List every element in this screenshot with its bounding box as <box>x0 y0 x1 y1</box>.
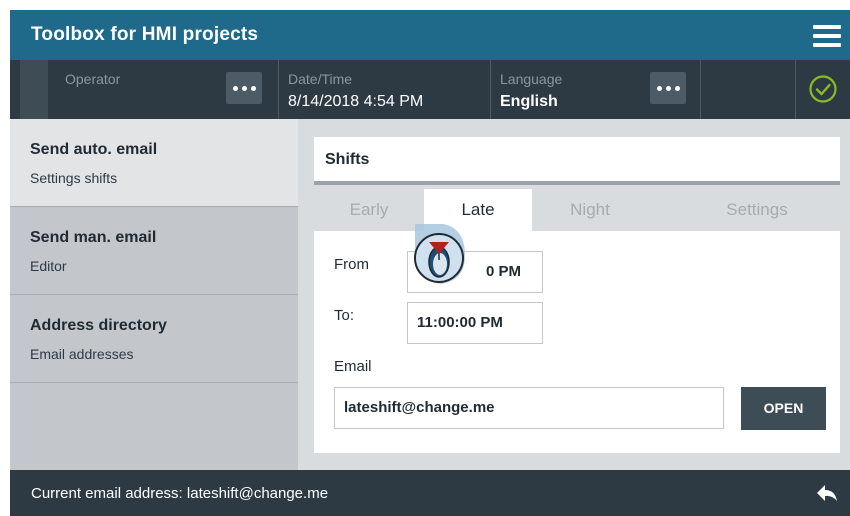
sidebar-item-title: Send auto. email <box>30 141 158 158</box>
panel-title: Shifts <box>325 151 370 168</box>
language-value: English <box>500 93 558 110</box>
back-arrow-icon[interactable] <box>816 484 838 502</box>
sidebar-item-title: Address directory <box>30 317 167 334</box>
sidebar-item-title: Send man. email <box>30 229 157 246</box>
sidebar-item-subtitle: Settings shifts <box>30 170 118 186</box>
operator-label: Operator <box>65 71 121 87</box>
tab-settings[interactable]: Settings <box>698 189 816 231</box>
datetime-label: Date/Time <box>288 71 353 87</box>
app-title: Toolbox for HMI projects <box>31 24 259 45</box>
sidebar-item-send-man-email[interactable]: Send man. email Editor <box>10 207 298 295</box>
hamburger-menu-icon[interactable] <box>813 25 841 47</box>
divider <box>278 60 279 119</box>
email-field[interactable]: lateshift@change.me <box>334 387 724 429</box>
email-label: Email <box>334 358 372 375</box>
language-label: Language <box>500 71 563 87</box>
sidebar-item-send-auto-email[interactable]: Send auto. email Settings shifts <box>10 119 298 207</box>
panel-body: From 0 PM To: 11:00:00 PM Email lateshif… <box>314 231 840 453</box>
divider <box>490 60 491 119</box>
to-label: To: <box>334 307 355 324</box>
operator-more-button[interactable] <box>226 72 262 104</box>
panel-header: Shifts <box>314 137 840 185</box>
shift-tabs: Early Late Night Settings <box>314 189 840 231</box>
status-bar: Current email address: lateshift@change.… <box>10 470 850 516</box>
from-label: From <box>334 256 369 273</box>
datetime-value: 8/14/2018 4:54 PM <box>288 93 424 110</box>
divider <box>700 60 701 119</box>
info-strip <box>20 60 48 119</box>
touch-cursor-icon <box>414 224 465 284</box>
current-email-message: Current email address: lateshift@change.… <box>31 485 329 502</box>
to-time-field[interactable]: 11:00:00 PM <box>407 302 543 344</box>
divider <box>795 60 796 119</box>
checkmark-circle-icon <box>809 75 837 103</box>
title-bar: Toolbox for HMI projects <box>10 10 850 60</box>
sidebar-item-subtitle: Editor <box>30 258 67 274</box>
sidebar-item-subtitle: Email addresses <box>30 346 134 362</box>
tab-night[interactable]: Night <box>532 189 648 231</box>
info-bar: Operator Date/Time 8/14/2018 4:54 PM Lan… <box>10 60 850 119</box>
main-area: Shifts Early Late Night Settings From 0 … <box>298 119 850 470</box>
sidebar: Send auto. email Settings shifts Send ma… <box>10 119 298 470</box>
sidebar-item-address-directory[interactable]: Address directory Email addresses <box>10 295 298 383</box>
open-button[interactable]: OPEN <box>741 387 826 430</box>
language-more-button[interactable] <box>650 72 686 104</box>
